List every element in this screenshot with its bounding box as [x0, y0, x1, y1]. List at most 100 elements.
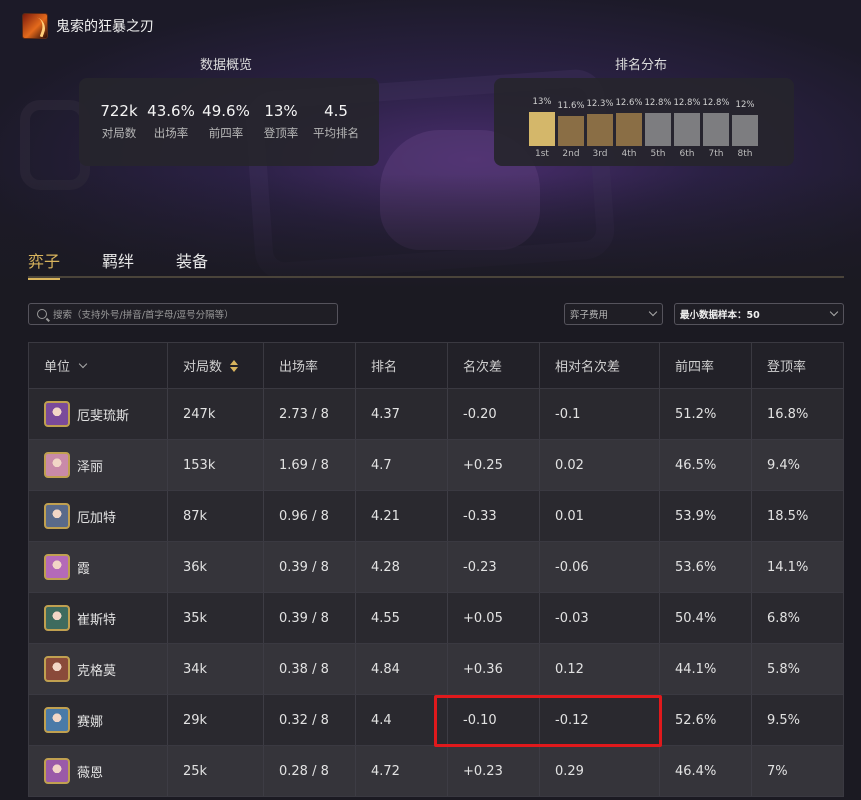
- cell-relative-diff: 0.12: [540, 644, 660, 694]
- cell-rank-diff: -0.20: [448, 389, 540, 439]
- overview-card: 722k 对局数 43.6% 出场率 49.6% 前四率 13% 登顶率 4.5 平均排名: [79, 78, 379, 166]
- cell-games: 25k: [168, 746, 264, 796]
- cell-top4: 46.4%: [660, 746, 752, 796]
- cell-pick-rate: 0.32 / 8: [264, 695, 356, 745]
- cell-win-rate-value: 7%: [767, 763, 788, 779]
- cell-top4-value: 50.4%: [675, 610, 717, 626]
- cell-avg-rank-value: 4.4: [371, 712, 392, 728]
- cell-top4-value: 52.6%: [675, 712, 717, 728]
- cell-avg-rank-value: 4.7: [371, 457, 392, 473]
- cell-pick-rate: 2.73 / 8: [264, 389, 356, 439]
- table-header: 单位 对局数 出场率 排名 名次差 相对名次差 前四率 登顶率: [28, 342, 844, 389]
- distribution-title: 排名分布: [615, 58, 668, 73]
- cell-relative-diff: -0.03: [540, 593, 660, 643]
- col-top4[interactable]: 前四率: [660, 343, 752, 388]
- cell-unit-value: 薇恩: [77, 765, 104, 781]
- cost-select[interactable]: 弈子费用: [564, 303, 663, 325]
- cell-top4: 53.6%: [660, 542, 752, 592]
- table-row[interactable]: 赛娜 29k 0.32 / 8 4.4 -0.10 -0.12 52.6% 9.5%: [28, 695, 844, 746]
- cell-games-value: 35k: [183, 610, 208, 626]
- search-placeholder: 搜索（支持外号/拼音/首字母/逗号分隔等）: [53, 310, 234, 321]
- cell-pick-rate-value: 0.32 / 8: [279, 712, 329, 728]
- unit-avatar: [44, 452, 70, 478]
- table-row[interactable]: 薇恩 25k 0.28 / 8 4.72 +0.23 0.29 46.4% 7%: [28, 746, 844, 797]
- cell-top4-value: 51.2%: [675, 406, 717, 422]
- cell-rank-diff-value: -0.10: [463, 712, 497, 728]
- item-header: 鬼索的狂暴之刃: [22, 13, 154, 39]
- cell-avg-rank: 4.21: [356, 491, 448, 541]
- cell-unit: 崔斯特: [29, 593, 168, 643]
- cell-rank-diff: +0.23: [448, 746, 540, 796]
- cell-pick-rate-value: 0.38 / 8: [279, 661, 329, 677]
- cell-unit-value: 崔斯特: [77, 612, 117, 628]
- table-row[interactable]: 泽丽 153k 1.69 / 8 4.7 +0.25 0.02 46.5% 9.4%: [28, 440, 844, 491]
- cell-win-rate-value: 9.5%: [767, 712, 801, 728]
- tab-units[interactable]: 弈子: [28, 248, 61, 280]
- cell-rank-diff-value: -0.33: [463, 508, 497, 524]
- cell-unit: 克格莫: [29, 644, 168, 694]
- cell-avg-rank-value: 4.55: [371, 610, 400, 626]
- chevron-down-icon: [78, 359, 88, 368]
- table-row[interactable]: 厄加特 87k 0.96 / 8 4.21 -0.33 0.01 53.9% 18.5%: [28, 491, 844, 542]
- cell-unit-value: 霞: [77, 561, 91, 577]
- cell-win-rate: 7%: [752, 746, 843, 796]
- cell-top4: 52.6%: [660, 695, 752, 745]
- cell-win-rate: 5.8%: [752, 644, 843, 694]
- cell-win-rate-value: 9.4%: [767, 457, 801, 473]
- table-row[interactable]: 厄斐琉斯 247k 2.73 / 8 4.37 -0.20 -0.1 51.2% 16.8%: [28, 389, 844, 440]
- overview-stat: 4.5 平均排名: [306, 102, 366, 141]
- unit-avatar: [44, 503, 70, 529]
- col-games[interactable]: 对局数: [168, 343, 264, 388]
- search-input[interactable]: 搜索（支持外号/拼音/首字母/逗号分隔等）: [28, 303, 338, 325]
- cell-relative-diff: 0.29: [540, 746, 660, 796]
- table-row[interactable]: 霞 36k 0.39 / 8 4.28 -0.23 -0.06 53.6% 14.1%: [28, 542, 844, 593]
- cell-win-rate: 16.8%: [752, 389, 843, 439]
- overview-stat: 49.6% 前四率: [196, 102, 256, 141]
- stat-value: 13%: [264, 102, 298, 120]
- cell-relative-diff-value: 0.12: [555, 661, 584, 677]
- cell-rank-diff: -0.10: [448, 695, 540, 745]
- cell-avg-rank-value: 4.84: [371, 661, 400, 677]
- col-win-rate[interactable]: 登顶率: [752, 343, 843, 388]
- cell-avg-rank-value: 4.28: [371, 559, 400, 575]
- distribution-rank: 8th: [737, 149, 753, 159]
- overview-stat: 43.6% 出场率: [141, 102, 201, 141]
- cell-unit: 薇恩: [29, 746, 168, 796]
- col-unit[interactable]: 单位: [29, 343, 168, 388]
- chevron-down-icon: [648, 307, 658, 317]
- cell-pick-rate-value: 0.28 / 8: [279, 763, 329, 779]
- cell-rank-diff: -0.23: [448, 542, 540, 592]
- cell-relative-diff-value: 0.02: [555, 457, 584, 473]
- distribution-bar: [587, 114, 613, 146]
- cell-unit-value: 克格莫: [77, 663, 117, 679]
- col-rank-diff-label: 名次差: [463, 360, 503, 375]
- distribution-column: 11.6% 2nd: [557, 78, 584, 166]
- col-rank-diff[interactable]: 名次差: [448, 343, 540, 388]
- cell-games: 247k: [168, 389, 264, 439]
- sample-select-label: 最小数据样本：50: [680, 310, 760, 321]
- units-table: 单位 对局数 出场率 排名 名次差 相对名次差 前四率 登顶率 厄斐琉斯 247k…: [28, 342, 844, 797]
- stat-label: 登顶率: [263, 126, 299, 140]
- sample-select[interactable]: 最小数据样本：50: [674, 303, 844, 325]
- distribution-column: 12.6% 4th: [615, 78, 642, 166]
- col-avg-rank[interactable]: 排名: [356, 343, 448, 388]
- cell-win-rate: 14.1%: [752, 542, 843, 592]
- cell-pick-rate-value: 1.69 / 8: [279, 457, 329, 473]
- distribution-column: 12.8% 5th: [644, 78, 671, 166]
- table-row[interactable]: 克格莫 34k 0.38 / 8 4.84 +0.36 0.12 44.1% 5.8%: [28, 644, 844, 695]
- stat-value: 722k: [100, 102, 138, 120]
- cell-pick-rate: 0.39 / 8: [264, 593, 356, 643]
- cell-relative-diff-value: -0.06: [555, 559, 589, 575]
- cell-games: 29k: [168, 695, 264, 745]
- distribution-column: 12.3% 3rd: [586, 78, 613, 166]
- table-row[interactable]: 崔斯特 35k 0.39 / 8 4.55 +0.05 -0.03 50.4% 6.8%: [28, 593, 844, 644]
- col-relative-diff[interactable]: 相对名次差: [540, 343, 660, 388]
- col-pick-rate[interactable]: 出场率: [264, 343, 356, 388]
- col-unit-label: 单位: [44, 360, 71, 375]
- cell-relative-diff-value: -0.1: [555, 406, 581, 422]
- tab-items[interactable]: 装备: [176, 248, 208, 278]
- tab-traits[interactable]: 羁绊: [102, 248, 134, 278]
- cell-games: 87k: [168, 491, 264, 541]
- cell-unit: 泽丽: [29, 440, 168, 490]
- distribution-bar: [616, 113, 642, 146]
